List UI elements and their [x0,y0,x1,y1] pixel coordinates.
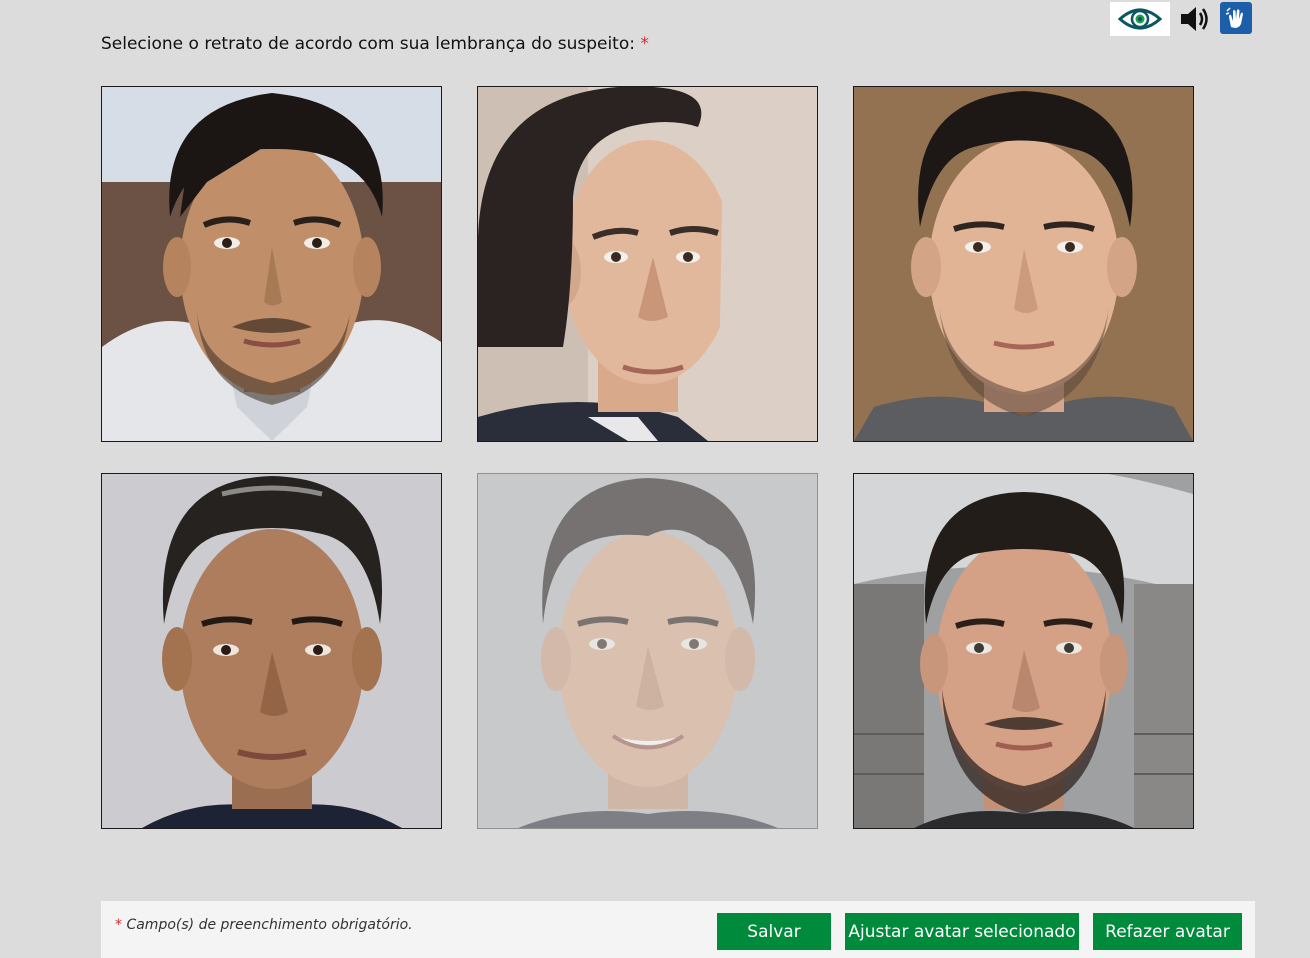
portrait-option-3[interactable] [853,86,1194,442]
portrait-selection-prompt: Selecione o retrato de acordo com sua le… [101,34,649,54]
portrait-image-4 [102,474,441,828]
required-mark: * [640,34,649,54]
portrait-option-5[interactable] [477,473,818,829]
portrait-image-5 [478,474,817,828]
portrait-option-2[interactable] [477,86,818,442]
portrait-image-2 [478,87,817,441]
sign-language-icon [1225,7,1243,28]
sign-language-button[interactable] [1220,2,1252,34]
high-contrast-button[interactable] [1110,2,1170,36]
prompt-text: Selecione o retrato de acordo com sua le… [101,34,635,54]
adjust-avatar-button[interactable]: Ajustar avatar selecionado [845,913,1079,950]
accessibility-toolbar [1108,0,1258,38]
save-button[interactable]: Salvar [717,913,831,950]
audio-button[interactable] [1178,2,1212,36]
redo-avatar-button[interactable]: Refazer avatar [1093,913,1242,950]
portrait-option-1[interactable] [101,86,442,442]
portrait-image-6 [854,474,1193,828]
portrait-image-1 [102,87,441,441]
form-footer: * Campo(s) de preenchimento obrigatório.… [101,901,1255,958]
portrait-image-3 [854,87,1193,441]
portrait-option-6[interactable] [853,473,1194,829]
required-fields-text: Campo(s) de preenchimento obrigatório. [126,917,413,933]
portrait-option-4[interactable] [101,473,442,829]
speaker-icon [1181,7,1208,31]
required-fields-note: * Campo(s) de preenchimento obrigatório. [115,917,413,933]
required-mark: * [115,917,122,933]
eye-icon [1117,8,1163,30]
